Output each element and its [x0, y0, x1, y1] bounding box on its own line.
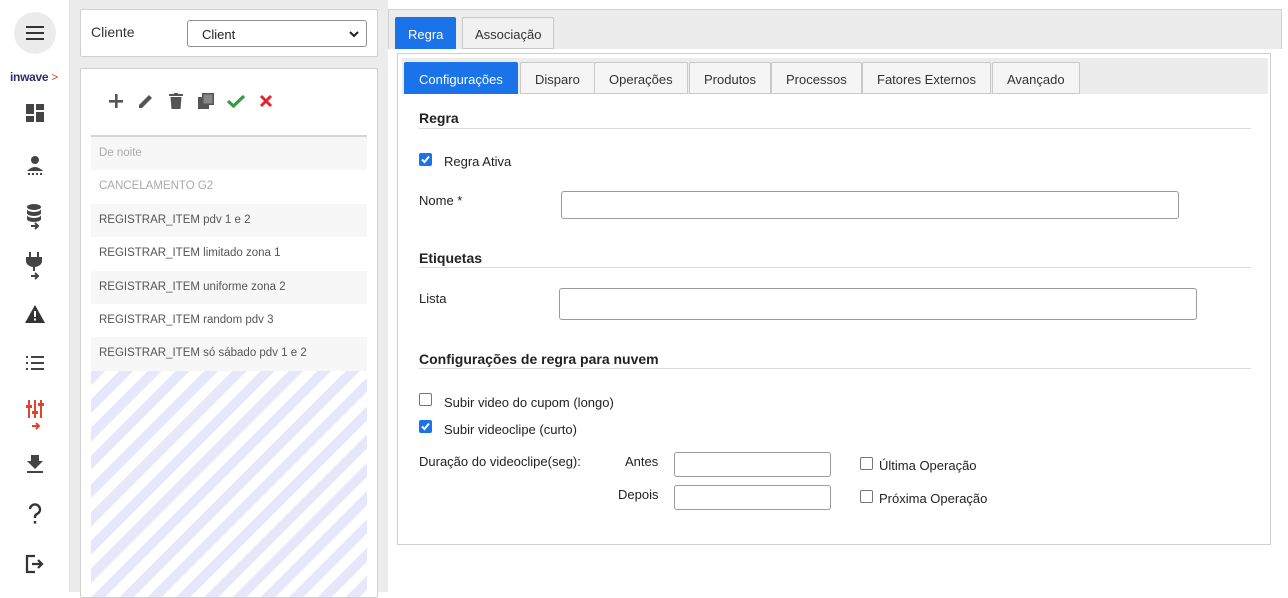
check-icon [421, 422, 430, 431]
users-nav[interactable] [21, 151, 49, 179]
nome-input[interactable] [561, 191, 1179, 219]
rule-list-item[interactable]: REGISTRAR_ITEM limitado zona 1 [91, 237, 367, 271]
depois-label: Depois [618, 487, 659, 502]
proxima-operacao-checkbox[interactable] [860, 490, 873, 503]
rule-list-item[interactable]: REGISTRAR_ITEM random pdv 3 [91, 303, 367, 338]
tab-associacao[interactable]: Associação [462, 17, 555, 49]
inner-tab-bar: Configurações Disparo Operações Produtos… [402, 58, 1268, 94]
menu-button[interactable] [14, 12, 56, 54]
rules-toolbar [101, 91, 281, 111]
warning-icon [25, 305, 45, 323]
section-title-regra: Regra [419, 110, 459, 126]
help-icon [28, 503, 42, 524]
tab-processos[interactable]: Processos [771, 62, 862, 94]
copy-icon [198, 93, 214, 109]
brand-logo: inwave > [10, 70, 58, 84]
outer-tab-bar: Regra Associação [388, 9, 1282, 49]
logout-icon [25, 554, 44, 574]
section-divider [419, 368, 1251, 369]
confirm-button[interactable] [221, 91, 251, 111]
duracao-label: Duração do videoclipe(seg): [419, 454, 581, 469]
download-icon [27, 455, 43, 473]
plug-nav[interactable] [21, 252, 49, 280]
lista-label: Lista [419, 291, 447, 306]
check-icon [421, 155, 430, 164]
logout-nav[interactable] [21, 550, 49, 578]
section-divider [419, 128, 1251, 129]
list-empty-area [91, 371, 367, 597]
tab-configuracoes[interactable]: Configurações [404, 62, 518, 94]
rule-list-item[interactable]: De noite [91, 137, 367, 171]
nome-label: Nome * [419, 193, 463, 208]
section-title-etiquetas: Etiquetas [419, 250, 483, 266]
list-nav[interactable] [21, 349, 49, 377]
users-icon [27, 156, 43, 175]
rule-list-item[interactable]: CANCELAMENTO G2 [91, 170, 367, 204]
regra-ativa-label: Regra Ativa [444, 154, 512, 169]
subir-video-label: Subir video do cupom (longo) [444, 395, 614, 410]
rule-list-item[interactable]: REGISTRAR_ITEM pdv 1 e 2 [91, 203, 367, 238]
client-select[interactable]: Client [187, 20, 367, 47]
menu-icon [26, 26, 44, 40]
rules-list: De noite CANCELAMENTO G2 REGISTRAR_ITEM pd… [91, 137, 367, 371]
tab-operacoes[interactable]: Operações [594, 62, 688, 94]
delete-button[interactable] [161, 91, 191, 111]
database-nav[interactable] [21, 203, 49, 231]
dashboard-nav[interactable] [21, 99, 49, 127]
add-button[interactable] [101, 91, 131, 111]
chevron-down-icon [349, 31, 359, 38]
regra-ativa-checkbox[interactable] [419, 153, 432, 166]
section-title-nuvem: Configurações de regra para nuvem [419, 351, 659, 367]
antes-label: Antes [625, 454, 659, 469]
antes-input[interactable] [674, 452, 831, 477]
rule-list-item[interactable]: REGISTRAR_ITEM uniforme zona 2 [91, 270, 367, 304]
tab-produtos[interactable]: Produtos [689, 62, 772, 94]
subir-video-checkbox[interactable] [419, 393, 432, 406]
rules-list-panel: De noite CANCELAMENTO G2 REGISTRAR_ITEM pd… [80, 68, 378, 598]
tab-fatores-externos[interactable]: Fatores Externos [862, 62, 991, 94]
add-icon [109, 94, 123, 108]
edit-button[interactable] [131, 91, 161, 111]
tab-regra[interactable]: Regra [395, 17, 457, 49]
client-selector-panel: Cliente Client [80, 9, 378, 57]
list-icon [26, 356, 44, 370]
lista-input[interactable] [559, 288, 1197, 320]
nav-rail: inwave > [0, 0, 70, 592]
copy-button[interactable] [191, 91, 221, 111]
proxima-operacao-label: Próxima Operação [879, 491, 988, 506]
cancel-button[interactable] [251, 91, 281, 111]
section-divider [419, 267, 1251, 268]
dashboard-icon [26, 104, 44, 122]
subir-clipe-label: Subir videoclipe (curto) [444, 422, 577, 437]
rule-editor: Configurações Disparo Operações Produtos… [397, 53, 1271, 545]
subir-clipe-checkbox[interactable] [419, 420, 432, 433]
ultima-operacao-label: Última Operação [879, 458, 977, 473]
tab-disparo[interactable]: Disparo [520, 62, 595, 94]
confirm-icon [227, 94, 245, 108]
edit-icon [139, 95, 152, 108]
alerts-nav[interactable] [21, 300, 49, 328]
database-export-icon [27, 204, 41, 230]
client-label: Cliente [91, 24, 135, 40]
download-nav[interactable] [21, 450, 49, 478]
plug-export-icon [26, 252, 42, 280]
client-select-value: Client [202, 27, 236, 42]
tune-export-icon [26, 400, 44, 430]
cancel-icon [259, 94, 273, 108]
depois-input[interactable] [674, 485, 831, 510]
rule-list-item[interactable]: REGISTRAR_ITEM só sábado pdv 1 e 2 [91, 337, 367, 371]
ultima-operacao-checkbox[interactable] [860, 457, 873, 470]
delete-icon [169, 93, 183, 109]
tab-avancado[interactable]: Avançado [992, 62, 1080, 94]
tune-nav[interactable] [21, 400, 49, 430]
help-nav[interactable] [21, 500, 49, 528]
